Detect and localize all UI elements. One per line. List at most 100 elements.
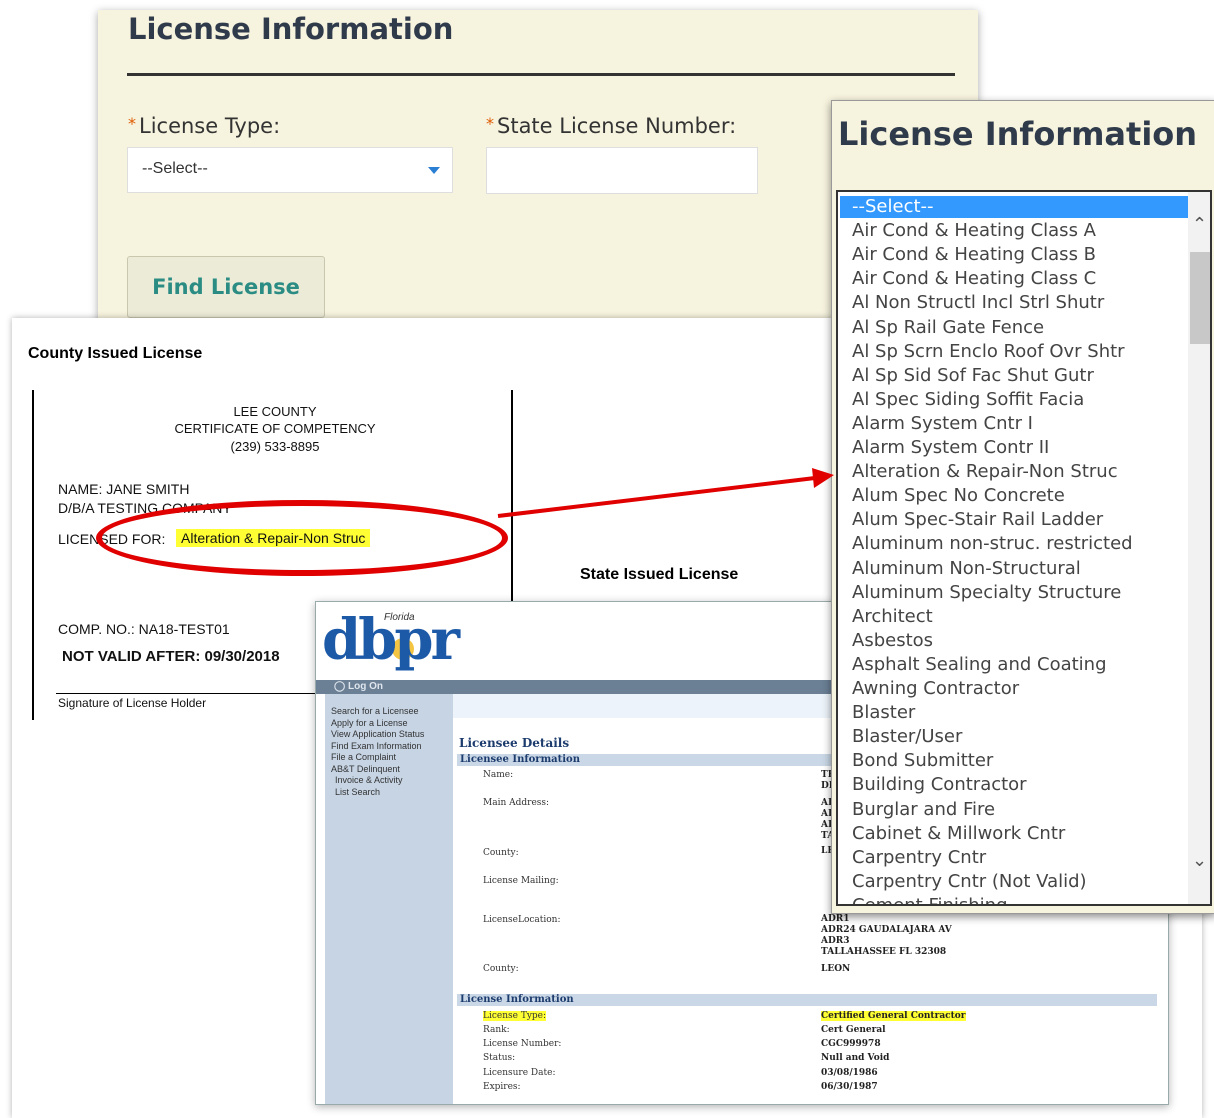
license-row-label: License Type:: [483, 1011, 547, 1021]
main-address-label: Main Address:: [483, 798, 550, 808]
expires-value: 06/30/1987: [821, 1082, 878, 1092]
signature-line: [56, 693, 318, 694]
county-section-title: County Issued License: [28, 345, 203, 362]
dropdown-option[interactable]: Asbestos: [852, 630, 933, 651]
license-number-label: License Number:: [483, 1039, 562, 1049]
dbpr-sidebar: Search for a Licensee Apply for a Licens…: [325, 694, 453, 1104]
dropdown-option[interactable]: Alarm System Contr II: [852, 437, 1049, 458]
dropdown-option[interactable]: Al Non Structl Incl Strl Shutr: [852, 292, 1104, 313]
license-type-select-value: --Select--: [142, 160, 208, 177]
dropdown-option[interactable]: Asphalt Sealing and Coating: [852, 654, 1107, 675]
status-value: Null and Void: [821, 1053, 890, 1063]
license-location-value: ADR1 ADR24 GAUDALAJARA AV ADR3 TALLAHASSEE …: [821, 914, 952, 958]
county-label: County:: [483, 964, 519, 974]
dropdown-option[interactable]: Cabinet & Millwork Cntr: [852, 823, 1065, 844]
status-label: Status:: [483, 1053, 516, 1063]
sidebar-item-exam-info[interactable]: Find Exam Information: [331, 741, 424, 753]
license-type-label: License Type:: [483, 1011, 547, 1021]
licensure-date-label: Licensure Date:: [483, 1068, 556, 1078]
licensee-details-title: Licensee Details: [459, 736, 570, 750]
dropdown-option[interactable]: Al Sp Sid Sof Fac Shut Gutr: [852, 365, 1094, 386]
required-star-icon: *: [128, 114, 136, 133]
dropdown-option[interactable]: Aluminum Non-Structural: [852, 558, 1081, 579]
signature-caption: Signature of License Holder: [58, 696, 207, 710]
license-information-header: License Information: [457, 994, 1157, 1006]
certificate-comp-no: COMP. NO.: NA18-TEST01: [58, 621, 230, 637]
dropdown-option[interactable]: --Select--: [852, 196, 934, 217]
state-license-number-label-text: State License Number:: [497, 114, 737, 138]
dropdown-option[interactable]: Aluminum non-struc. restricted: [852, 533, 1133, 554]
dropdown-panel-title: License Information: [838, 115, 1198, 153]
dbpr-logo-subtitle: Florida: [384, 612, 415, 623]
license-type-label-text: License Type:: [139, 114, 281, 138]
rank-label: Rank:: [483, 1025, 510, 1035]
dropdown-option[interactable]: Blaster: [852, 702, 915, 723]
dropdown-option[interactable]: Alarm System Cntr I: [852, 413, 1033, 434]
dropdown-option[interactable]: Al Sp Scrn Enclo Roof Ovr Shtr: [852, 341, 1125, 362]
sidebar-item-view-status[interactable]: View Application Status: [331, 729, 424, 741]
sidebar-item-invoice[interactable]: Invoice & Activity: [331, 775, 424, 787]
logon-link-label: Log On: [347, 681, 383, 692]
license-type-value: Certified General Contractor: [821, 1011, 966, 1021]
name-label: Name:: [483, 770, 514, 780]
address-line: TALLAHASSEE FL 32308: [821, 947, 947, 957]
state-license-number-input[interactable]: [486, 147, 758, 194]
form-divider: [127, 73, 955, 76]
sidebar-item-list-search[interactable]: List Search: [331, 787, 424, 799]
sidebar-item-abt-delinquent[interactable]: AB&T Delinquent: [331, 764, 424, 776]
find-license-button[interactable]: Find License: [127, 256, 325, 318]
dropdown-option[interactable]: Awning Contractor: [852, 678, 1019, 699]
address-line: ADR1: [821, 914, 850, 924]
sidebar-item-complaint[interactable]: File a Complaint: [331, 752, 424, 764]
dropdown-option[interactable]: Building Contractor: [852, 774, 1027, 795]
dropdown-option[interactable]: Burglar and Fire: [852, 799, 995, 820]
license-location-label: LicenseLocation:: [483, 915, 561, 925]
certificate-heading: CERTIFICATE OF COMPETENCY: [174, 421, 376, 436]
certificate-border-right: [511, 390, 513, 605]
dropdown-option[interactable]: Al Spec Siding Soffit Facia: [852, 389, 1084, 410]
license-row-value: Certified General Contractor: [821, 1011, 966, 1022]
chevron-up-icon[interactable]: ⌃: [1192, 214, 1207, 235]
certificate-border-left: [32, 390, 34, 720]
sidebar-item-search[interactable]: Search for a Licensee: [331, 706, 424, 718]
sidebar-nav: Search for a Licensee Apply for a Licens…: [331, 706, 424, 798]
dropdown-option[interactable]: Air Cond & Heating Class B: [852, 244, 1096, 265]
sidebar-item-apply[interactable]: Apply for a License: [331, 718, 424, 730]
dropdown-option[interactable]: Carpentry Cntr: [852, 847, 986, 868]
license-number-value: CGC999978: [821, 1039, 881, 1049]
expires-label: Expires:: [483, 1082, 521, 1092]
dropdown-option[interactable]: Aluminum Specialty Structure: [852, 582, 1121, 603]
dropdown-option[interactable]: Alum Spec No Concrete: [852, 485, 1065, 506]
chevron-down-icon: [428, 167, 440, 174]
state-section-title: State Issued License: [580, 566, 739, 583]
user-icon: ◯: [334, 681, 348, 692]
dropdown-option[interactable]: Carpentry Cntr (Not Valid): [852, 871, 1087, 892]
address-line: ADR24 GAUDALAJARA AV: [821, 925, 952, 935]
logon-link[interactable]: ◯ Log On: [334, 681, 383, 692]
certificate-county-name: LEE COUNTY: [233, 404, 317, 419]
licensure-date-value: 03/08/1986: [821, 1068, 878, 1078]
dropdown-option[interactable]: Blaster/User: [852, 726, 962, 747]
dropdown-option[interactable]: Al Sp Rail Gate Fence: [852, 317, 1044, 338]
rank-value: Cert General: [821, 1025, 886, 1035]
state-license-number-label: * State License Number:: [486, 114, 736, 138]
county-value: LEON: [821, 964, 851, 974]
certificate-phone: (239) 533-8895: [230, 439, 320, 454]
dropdown-option[interactable]: Cement Finishing: [852, 895, 1008, 904]
county-label: County:: [483, 848, 519, 858]
form-title: License Information: [128, 12, 454, 46]
scrollbar-thumb[interactable]: [1190, 252, 1210, 344]
license-type-label: * License Type:: [128, 114, 280, 138]
chevron-down-icon[interactable]: ⌄: [1192, 850, 1207, 871]
required-star-icon: *: [486, 114, 494, 133]
dropdown-option[interactable]: Architect: [852, 606, 933, 627]
license-type-listbox[interactable]: --Select-- Air Cond & Heating Class A Air …: [836, 190, 1212, 906]
license-type-select[interactable]: --Select--: [127, 147, 453, 193]
dropdown-option[interactable]: Air Cond & Heating Class A: [852, 220, 1096, 241]
dropdown-option[interactable]: Air Cond & Heating Class C: [852, 268, 1096, 289]
certificate-expiry: NOT VALID AFTER: 09/30/2018: [62, 648, 280, 665]
license-mailing-label: License Mailing:: [483, 876, 559, 886]
dropdown-option[interactable]: Alteration & Repair-Non Struc: [852, 461, 1118, 482]
dropdown-option[interactable]: Alum Spec-Stair Rail Ladder: [852, 509, 1103, 530]
dropdown-option[interactable]: Bond Submitter: [852, 750, 993, 771]
